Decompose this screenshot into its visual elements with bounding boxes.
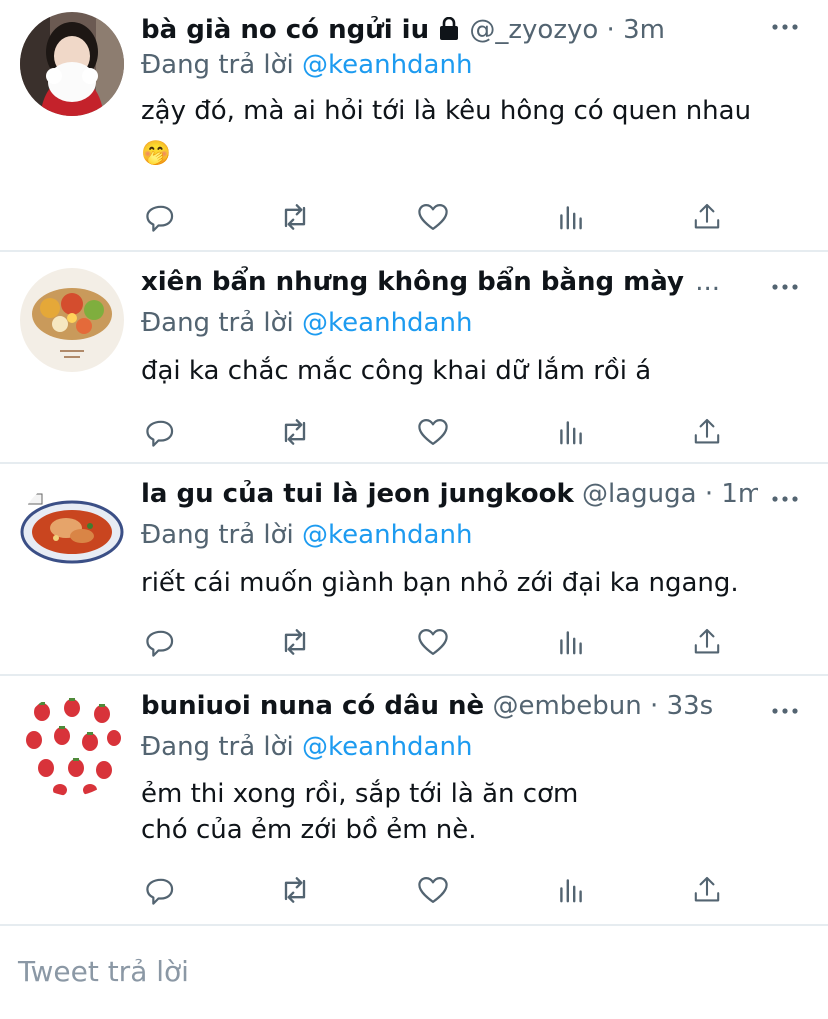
analytics-button[interactable] <box>551 622 591 662</box>
tweet[interactable]: bà già no có ngửi iu @_zyozyo · 3m Đang … <box>0 0 828 252</box>
tweet-header: la gu của tui là jeon jungkook @laguga ·… <box>141 477 758 511</box>
emoji: 🤭 <box>141 139 171 167</box>
share-button[interactable] <box>687 870 727 910</box>
analytics-button[interactable] <box>551 412 591 452</box>
more-icon[interactable] <box>770 272 800 302</box>
tweet[interactable]: la gu của tui là jeon jungkook @laguga ·… <box>0 464 828 676</box>
tweet-actions <box>141 197 741 237</box>
like-icon <box>416 625 450 659</box>
retweet-button[interactable] <box>275 622 315 662</box>
avatar-girl-santa[interactable] <box>20 12 124 116</box>
share-icon <box>691 201 723 233</box>
retweet-icon <box>277 199 313 235</box>
more-icon[interactable] <box>770 484 800 514</box>
like-button[interactable] <box>413 622 453 662</box>
tweet-text: zậy đó, mà ai hỏi tới là kêu hông có que… <box>141 90 788 174</box>
handle[interactable]: @laguga <box>582 479 697 509</box>
reply-button[interactable] <box>141 197 181 237</box>
retweet-icon <box>277 414 313 450</box>
tweet-header: buniuoi nuna có dâu nè @embebun · 33s <box>141 689 758 723</box>
handle[interactable]: @_zyozyo <box>469 15 598 45</box>
replying-to: Đang trả lời @keanhdanh <box>141 48 472 82</box>
like-icon <box>416 200 450 234</box>
timestamp[interactable]: 3m <box>623 15 665 45</box>
tweet-header: bà già no có ngửi iu @_zyozyo · 3m <box>141 13 758 47</box>
share-icon <box>691 626 723 658</box>
like-button[interactable] <box>413 870 453 910</box>
tweet-text-line: zậy đó, mà ai hỏi tới là kêu hông có que… <box>141 96 752 126</box>
analytics-button[interactable] <box>551 197 591 237</box>
retweet-icon <box>277 624 313 660</box>
like-button[interactable] <box>413 197 453 237</box>
retweet-icon <box>277 872 313 908</box>
retweet-button[interactable] <box>275 412 315 452</box>
replying-to: Đang trả lời @keanhdanh <box>141 730 472 764</box>
timestamp[interactable]: 33s <box>667 691 714 721</box>
name-overflow: ... <box>695 267 720 297</box>
like-icon <box>416 415 450 449</box>
timestamp[interactable]: 1m <box>721 479 758 509</box>
analytics-icon <box>555 874 587 906</box>
separator-dot: · <box>650 691 659 721</box>
reply-button[interactable] <box>141 870 181 910</box>
replying-prefix: Đang trả lời <box>141 308 294 338</box>
reply-button[interactable] <box>141 412 181 452</box>
tweet[interactable]: xiên bẩn nhưng không bẩn bằng mày ... Đa… <box>0 252 828 464</box>
retweet-button[interactable] <box>275 870 315 910</box>
avatar-food-platter[interactable] <box>20 268 124 372</box>
reply-composer-input[interactable]: Tweet trả lời <box>18 955 189 988</box>
display-name[interactable]: la gu của tui là jeon jungkook <box>141 479 574 509</box>
mention-link[interactable]: @keanhdanh <box>302 50 472 80</box>
reply-button[interactable] <box>141 622 181 662</box>
more-icon[interactable] <box>770 696 800 726</box>
tweet-header: xiên bẩn nhưng không bẩn bằng mày <box>141 265 708 299</box>
share-button[interactable] <box>687 197 727 237</box>
analytics-icon <box>555 416 587 448</box>
display-name[interactable]: xiên bẩn nhưng không bẩn bằng mày <box>141 267 684 297</box>
like-button[interactable] <box>413 412 453 452</box>
retweet-button[interactable] <box>275 197 315 237</box>
lock-icon <box>437 16 461 47</box>
mention-link[interactable]: @keanhdanh <box>302 732 472 762</box>
reply-icon <box>144 200 178 234</box>
display-name[interactable]: bà già no có ngửi iu <box>141 15 429 45</box>
tweet-text-line: ẻm thi xong rồi, sắp tới là ăn cơm <box>141 779 579 809</box>
tweet-text: ẻm thi xong rồi, sắp tới là ăn cơm chó c… <box>141 776 788 848</box>
more-icon[interactable] <box>770 12 800 42</box>
tweet[interactable]: buniuoi nuna có dâu nè @embebun · 33s Đa… <box>0 676 828 926</box>
tweet-actions <box>141 412 741 452</box>
share-button[interactable] <box>687 622 727 662</box>
replying-prefix: Đang trả lời <box>141 520 294 550</box>
avatar-spicy-dish[interactable] <box>20 480 124 584</box>
tweet-text: riết cái muốn giành bạn nhỏ zới đại ka n… <box>141 568 739 598</box>
analytics-icon <box>555 626 587 658</box>
share-icon <box>691 874 723 906</box>
replying-to: Đang trả lời @keanhdanh <box>141 306 472 340</box>
analytics-icon <box>555 201 587 233</box>
replying-prefix: Đang trả lời <box>141 732 294 762</box>
mention-link[interactable]: @keanhdanh <box>302 520 472 550</box>
handle[interactable]: @embebun <box>492 691 641 721</box>
separator-dot: · <box>704 479 714 509</box>
reply-icon <box>144 873 178 907</box>
reply-icon <box>144 415 178 449</box>
share-icon <box>691 416 723 448</box>
like-icon <box>416 873 450 907</box>
tweet-actions <box>141 622 741 662</box>
mention-link[interactable]: @keanhdanh <box>302 308 472 338</box>
tweet-actions <box>141 870 741 910</box>
share-button[interactable] <box>687 412 727 452</box>
reply-icon <box>144 625 178 659</box>
separator-dot: · <box>606 15 615 45</box>
replying-to: Đang trả lời @keanhdanh <box>141 518 472 552</box>
tweet-text-line: chó của ẻm zới bồ ẻm nè. <box>141 815 477 845</box>
avatar-strawberries[interactable] <box>20 692 124 796</box>
display-name[interactable]: buniuoi nuna có dâu nè <box>141 691 484 721</box>
tweet-text: đại ka chắc mắc công khai dữ lắm rồi á <box>141 356 652 386</box>
replying-prefix: Đang trả lời <box>141 50 294 80</box>
analytics-button[interactable] <box>551 870 591 910</box>
